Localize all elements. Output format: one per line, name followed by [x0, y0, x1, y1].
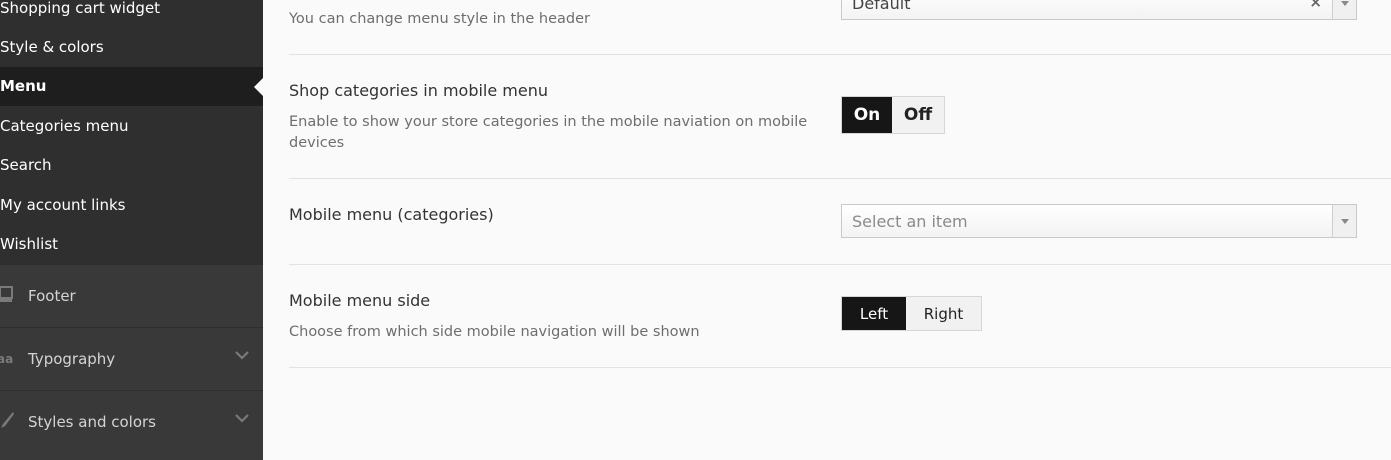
menu-style-description: You can change menu style in the header: [289, 11, 590, 27]
mobile-menu-side-description: Choose from which side mobile navigation…: [289, 324, 700, 340]
shop-categories-description: Enable to show your store categories in …: [289, 114, 808, 151]
mobile-menu-categories-select[interactable]: Select an item: [841, 204, 1357, 238]
shop-categories-toggle: On Off: [841, 96, 945, 134]
shop-categories-on-button[interactable]: On: [842, 97, 892, 133]
chevron-down-icon: [235, 414, 249, 423]
menu-style-select[interactable]: Default ×: [841, 0, 1357, 20]
sidebar-item-search[interactable]: Search: [0, 146, 263, 185]
sidebar-subnav: Shopping cart widget Style & colors Menu…: [0, 0, 263, 264]
sidebar-group-label: Styles and colors: [28, 413, 156, 431]
sidebar-item-wishlist[interactable]: Wishlist: [0, 225, 263, 264]
divider: [289, 367, 1391, 368]
shop-categories-off-button[interactable]: Off: [892, 97, 944, 133]
divider: [289, 54, 1391, 55]
settings-panel: You can change menu style in the header …: [263, 0, 1391, 460]
chevron-down-icon[interactable]: [1332, 205, 1356, 237]
monitor-icon: [0, 285, 16, 305]
sidebar-group-styles-and-colors[interactable]: Styles and colors: [0, 390, 263, 453]
chevron-down-icon[interactable]: [1332, 0, 1356, 19]
sidebar-group-label: Typography: [28, 350, 116, 368]
shop-categories-title: Shop categories in mobile menu: [289, 81, 549, 100]
sidebar-item-menu[interactable]: Menu: [0, 67, 263, 106]
mobile-menu-categories-title: Mobile menu (categories): [289, 205, 494, 224]
divider: [289, 264, 1391, 265]
sidebar-item-my-account-links[interactable]: My account links: [0, 186, 263, 225]
sidebar-item-style-colors[interactable]: Style & colors: [0, 28, 263, 67]
clear-icon[interactable]: ×: [1309, 0, 1322, 17]
sidebar: Shopping cart widget Style & colors Menu…: [0, 0, 263, 460]
mobile-menu-side-right-button[interactable]: Right: [906, 297, 981, 330]
menu-style-value: Default: [852, 0, 911, 13]
svg-text:aa: aa: [0, 352, 13, 366]
sidebar-item-categories-menu[interactable]: Categories menu: [0, 107, 263, 146]
sidebar-group-typography[interactable]: aa Typography: [0, 327, 263, 390]
font-size-icon: aa: [0, 348, 16, 368]
mobile-menu-side-toggle: Left Right: [841, 296, 982, 331]
brush-icon: [0, 411, 16, 431]
select-placeholder: Select an item: [852, 212, 968, 231]
sidebar-group-footer[interactable]: Footer: [0, 264, 263, 327]
divider: [289, 178, 1391, 179]
sidebar-group-label: Footer: [28, 287, 76, 305]
mobile-menu-side-title: Mobile menu side: [289, 291, 431, 310]
chevron-down-icon: [235, 351, 249, 360]
sidebar-item-shopping-cart-widget[interactable]: Shopping cart widget: [0, 0, 263, 28]
mobile-menu-side-left-button[interactable]: Left: [842, 297, 906, 330]
